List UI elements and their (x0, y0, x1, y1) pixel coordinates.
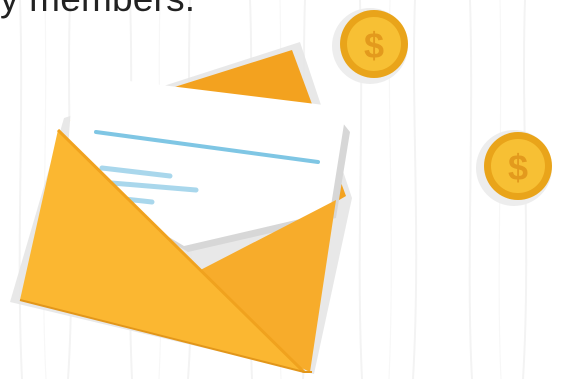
open-envelope-icon (10, 42, 352, 374)
dollar-coin-icon: $ (476, 130, 552, 206)
coin-dollar-symbol: $ (508, 147, 528, 188)
coin-dollar-symbol: $ (364, 25, 384, 66)
illustration-stage: y members. (0, 0, 564, 379)
dollar-coin-icon: $ (332, 8, 408, 84)
